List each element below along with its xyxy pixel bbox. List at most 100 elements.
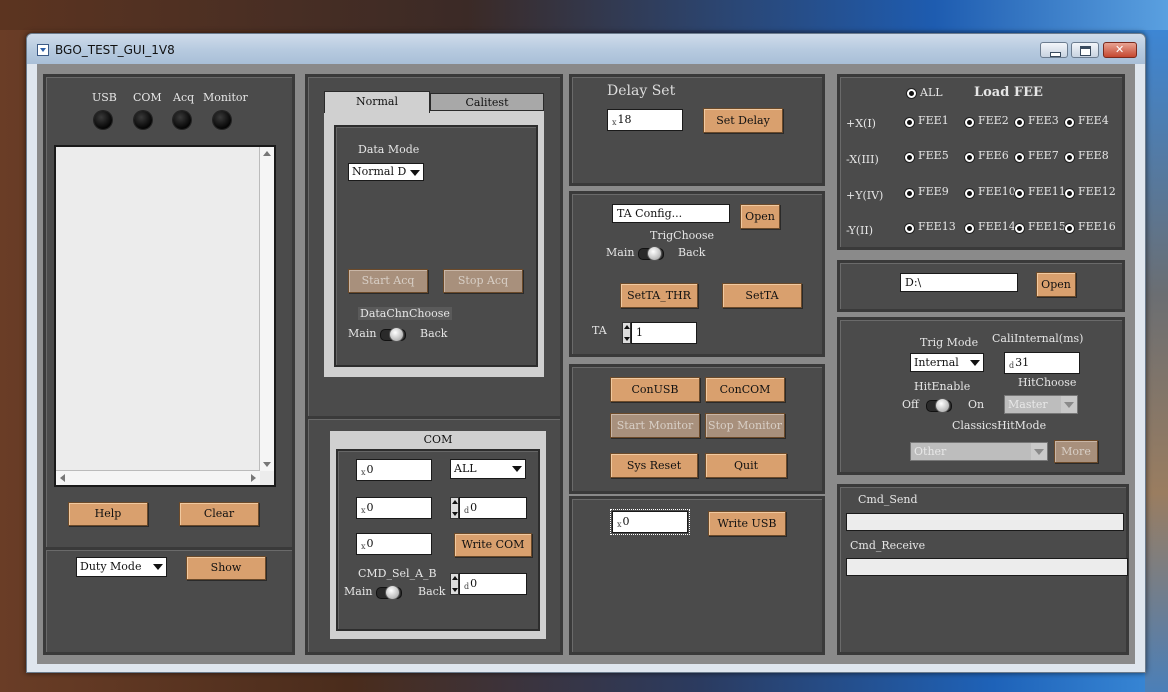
trig-mode-dropdown[interactable]: Internal (910, 353, 984, 372)
set-ta-thr-button[interactable]: SetTA_THR (620, 283, 698, 308)
fee7-radio[interactable] (1014, 152, 1025, 163)
cmd-sel-field[interactable]: d0 (459, 573, 527, 595)
fee-all-radio[interactable] (906, 88, 917, 99)
com-field-1-value: 0 (366, 463, 374, 476)
com-field-1[interactable]: x0 (356, 459, 432, 481)
acq-indicator-label: Acq (173, 91, 195, 104)
con-usb-button[interactable]: ConUSB (610, 377, 700, 402)
fee-all-label: ALL (920, 86, 943, 99)
scroll-down-icon[interactable] (263, 462, 271, 467)
fee10-label: FEE10 (978, 185, 1016, 198)
com-field-3[interactable]: x0 (356, 533, 432, 555)
data-mode-dropdown[interactable]: Normal Da (348, 163, 424, 181)
stop-monitor-button[interactable]: Stop Monitor (705, 413, 785, 438)
fee13-radio[interactable] (904, 223, 915, 234)
log-textbox[interactable] (54, 145, 276, 487)
fee9-radio[interactable] (904, 188, 915, 199)
classics-hit-mode-dropdown[interactable]: Other (910, 442, 1048, 461)
stop-acq-button[interactable]: Stop Acq (443, 269, 523, 293)
hit-choose-dropdown[interactable]: Master (1004, 395, 1078, 414)
scroll-left-icon[interactable] (60, 474, 65, 482)
ta-config-field[interactable]: TA Config... (612, 204, 730, 223)
duty-mode-value: Duty Mode (80, 560, 142, 573)
fee11-radio[interactable] (1014, 188, 1025, 199)
chevron-down-icon (407, 164, 423, 180)
fee16-radio[interactable] (1064, 223, 1075, 234)
sys-reset-button[interactable]: Sys Reset (610, 453, 698, 478)
cali-internal-label: CaliInternal(ms) (992, 332, 1084, 345)
com-all-dropdown[interactable]: ALL (450, 459, 526, 479)
fee14-radio[interactable] (964, 223, 975, 234)
ta-stepper[interactable] (622, 322, 631, 344)
usb-write-field[interactable]: x0 (610, 509, 690, 535)
load-fee-panel: ALL Load FEE +X(I) FEE1 FEE2 FEE3 FEE4 -… (837, 74, 1125, 250)
tab-normal[interactable]: Normal (324, 91, 430, 113)
cmd-sel-toggle[interactable] (376, 585, 402, 600)
minimize-button[interactable] (1040, 42, 1068, 58)
cmd-sel-stepper[interactable] (450, 573, 459, 595)
start-monitor-button[interactable]: Start Monitor (610, 413, 700, 438)
fee5-label: FEE5 (918, 149, 949, 162)
ta-field[interactable]: 1 (631, 322, 697, 344)
cmd-send-field[interactable] (846, 513, 1124, 531)
fee4-label: FEE4 (1078, 114, 1109, 127)
write-usb-button[interactable]: Write USB (708, 511, 786, 536)
com-field-2[interactable]: x0 (356, 497, 432, 519)
more-button[interactable]: More (1054, 440, 1098, 463)
com-field-2b-stepper[interactable] (450, 497, 459, 519)
fee1-radio[interactable] (904, 117, 915, 128)
chevron-down-icon (150, 558, 166, 576)
scroll-up-icon[interactable] (263, 151, 271, 156)
cali-internal-field[interactable]: d31 (1004, 352, 1080, 374)
dec-prefix: d (464, 582, 470, 591)
maximize-button[interactable] (1071, 42, 1099, 58)
desktop-background-right (1145, 30, 1168, 692)
hit-enable-toggle[interactable] (926, 398, 952, 413)
classics-hit-mode-label: ClassicsHitMode (952, 419, 1047, 432)
fee15-radio[interactable] (1014, 223, 1025, 234)
delay-panel: Delay Set x18 Set Delay (569, 74, 825, 186)
delay-field[interactable]: x18 (607, 109, 683, 131)
ta-config-open-button[interactable]: Open (740, 204, 780, 229)
help-button[interactable]: Help (68, 502, 148, 526)
fee8-radio[interactable] (1064, 152, 1075, 163)
fee12-radio[interactable] (1064, 188, 1075, 199)
duty-mode-dropdown[interactable]: Duty Mode (76, 557, 167, 577)
desktop-background (0, 0, 1168, 30)
fee5-radio[interactable] (904, 152, 915, 163)
path-field[interactable]: D:\ (900, 273, 1018, 292)
trig-choose-toggle[interactable] (638, 246, 664, 261)
con-com-button[interactable]: ConCOM (705, 377, 785, 402)
fee4-radio[interactable] (1064, 117, 1075, 128)
quit-button[interactable]: Quit (705, 453, 787, 478)
set-ta-button[interactable]: SetTA (722, 283, 802, 308)
scroll-right-icon[interactable] (251, 474, 256, 482)
chevron-down-icon (967, 354, 983, 371)
acq-led (173, 111, 191, 129)
fee2-radio[interactable] (964, 117, 975, 128)
cmd-sel-value: 0 (470, 577, 478, 590)
fee3-radio[interactable] (1014, 117, 1025, 128)
fee-row-3-label: +Y(IV) (846, 189, 884, 202)
fee15-label: FEE15 (1028, 220, 1066, 233)
tab-calitest[interactable]: Calitest (430, 93, 544, 111)
path-open-button[interactable]: Open (1036, 272, 1076, 297)
set-delay-button[interactable]: Set Delay (703, 108, 783, 133)
status-log-panel: USB COM Acq Monitor Help Clear (43, 74, 295, 550)
log-vscrollbar[interactable] (259, 147, 274, 471)
delay-set-title: Delay Set (607, 83, 676, 99)
log-hscrollbar[interactable] (56, 470, 260, 485)
clear-button[interactable]: Clear (179, 502, 259, 526)
title-bar[interactable]: BGO_TEST_GUI_1V8 (27, 34, 1145, 64)
cmd-receive-field[interactable] (846, 558, 1128, 576)
cmd-sel-back-label: Back (418, 585, 446, 598)
fee10-radio[interactable] (964, 188, 975, 199)
com-field-2b[interactable]: d0 (459, 497, 527, 519)
close-button[interactable] (1103, 42, 1137, 58)
write-com-button[interactable]: Write COM (454, 533, 532, 557)
fee6-radio[interactable] (964, 152, 975, 163)
start-acq-button[interactable]: Start Acq (348, 269, 428, 293)
data-chn-toggle[interactable] (380, 327, 406, 342)
chevron-down-icon (1031, 443, 1047, 460)
show-button[interactable]: Show (186, 556, 266, 580)
